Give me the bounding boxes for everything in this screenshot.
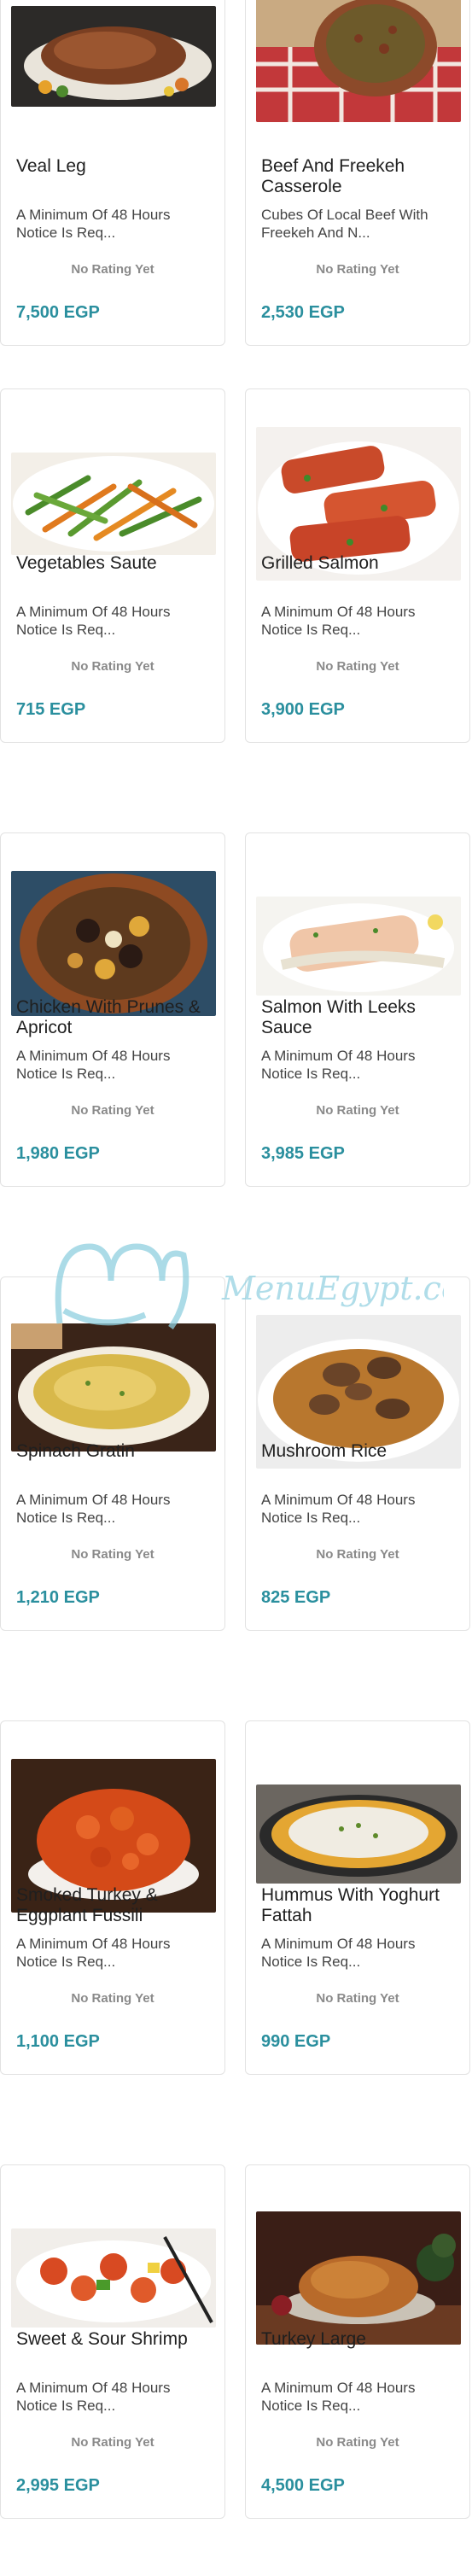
- item-rating: No Rating Yet: [71, 2435, 154, 2450]
- item-description: A Minimum Of 48 Hours Notice Is Req...: [16, 207, 171, 241]
- shrimp-image: [11, 2228, 216, 2328]
- item-rating: No Rating Yet: [71, 1547, 154, 1562]
- item-title: Turkey Large: [261, 2329, 366, 2349]
- item-description: A Minimum Of 48 Hours Notice Is Req...: [16, 604, 171, 638]
- item-description: A Minimum Of 48 Hours Notice Is Req...: [261, 1936, 416, 1970]
- item-title: Veal Leg: [16, 156, 86, 176]
- menu-item-card[interactable]: Smoked Turkey & Eggplant Fussili A Minim…: [0, 1720, 225, 2075]
- fattah-image: [256, 1785, 461, 1884]
- item-rating: No Rating Yet: [71, 1991, 154, 2006]
- item-price: 990 EGP: [261, 2032, 331, 2051]
- item-description: A Minimum Of 48 Hours Notice Is Req...: [261, 604, 416, 638]
- tagine-image: [11, 871, 216, 1016]
- item-rating: No Rating Yet: [316, 659, 399, 674]
- item-title: Smoked Turkey & Eggplant Fussili: [16, 1885, 158, 1925]
- item-rating: No Rating Yet: [316, 262, 399, 277]
- salmon-sauce-image: [256, 897, 461, 996]
- item-rating: No Rating Yet: [71, 1103, 154, 1118]
- item-price: 825 EGP: [261, 1588, 331, 1607]
- item-price: 1,210 EGP: [16, 1588, 100, 1607]
- item-price: 2,530 EGP: [261, 303, 345, 322]
- menu-item-card[interactable]: Beef And Freekeh Casserole Cubes Of Loca…: [245, 0, 470, 346]
- item-rating: No Rating Yet: [316, 1991, 399, 2006]
- item-title: Spinach Gratin: [16, 1441, 135, 1461]
- menu-item-card[interactable]: Salmon With Leeks Sauce A Minimum Of 48 …: [245, 832, 470, 1187]
- roast-turkey-image: [256, 2211, 461, 2345]
- item-rating: No Rating Yet: [316, 1103, 399, 1118]
- item-rating: No Rating Yet: [71, 659, 154, 674]
- menu-item-card[interactable]: Chicken With Prunes & Apricot A Minimum …: [0, 832, 225, 1187]
- item-title: Beef And Freekeh Casserole: [261, 156, 405, 196]
- roast-meat-image: [11, 6, 216, 107]
- menu-item-card[interactable]: Mushroom Rice A Minimum Of 48 Hours Noti…: [245, 1276, 470, 1631]
- item-description: A Minimum Of 48 Hours Notice Is Req...: [16, 2380, 171, 2414]
- menu-item-card[interactable]: Vegetables Saute A Minimum Of 48 Hours N…: [0, 388, 225, 743]
- item-price: 1,100 EGP: [16, 2032, 100, 2051]
- item-rating: No Rating Yet: [316, 2435, 399, 2450]
- gratin-image: [11, 1323, 216, 1452]
- item-price: 1,980 EGP: [16, 1144, 100, 1163]
- item-description: A Minimum Of 48 Hours Notice Is Req...: [16, 1936, 171, 1970]
- item-title: Salmon With Leeks Sauce: [261, 997, 416, 1037]
- item-title: Mushroom Rice: [261, 1441, 388, 1461]
- casserole-image: [256, 0, 461, 122]
- item-price: 715 EGP: [16, 700, 86, 719]
- item-description: A Minimum Of 48 Hours Notice Is Req...: [261, 1048, 416, 1082]
- menu-item-card[interactable]: Spinach Gratin A Minimum Of 48 Hours Not…: [0, 1276, 225, 1631]
- menu-grid: Veal Leg A Minimum Of 48 Hours Notice Is…: [0, 0, 472, 2576]
- item-description: Cubes Of Local Beef With Freekeh And N..…: [261, 207, 428, 241]
- item-description: A Minimum Of 48 Hours Notice Is Req...: [16, 1048, 171, 1082]
- item-rating: No Rating Yet: [316, 1547, 399, 1562]
- menu-item-card[interactable]: Hummus With Yoghurt Fattah A Minimum Of …: [245, 1720, 470, 2075]
- item-price: 7,500 EGP: [16, 303, 100, 322]
- menu-item-card[interactable]: Grilled Salmon A Minimum Of 48 Hours Not…: [245, 388, 470, 743]
- item-price: 2,995 EGP: [16, 2476, 100, 2495]
- menu-item-card[interactable]: Veal Leg A Minimum Of 48 Hours Notice Is…: [0, 0, 225, 346]
- item-title: Hummus With Yoghurt Fattah: [261, 1885, 440, 1925]
- item-description: A Minimum Of 48 Hours Notice Is Req...: [261, 2380, 416, 2414]
- item-description: A Minimum Of 48 Hours Notice Is Req...: [261, 1492, 416, 1526]
- menu-item-card[interactable]: Turkey Large A Minimum Of 48 Hours Notic…: [245, 2164, 470, 2519]
- vegetables-image: [11, 453, 216, 555]
- item-description: A Minimum Of 48 Hours Notice Is Req...: [16, 1492, 171, 1526]
- item-price: 4,500 EGP: [261, 2476, 345, 2495]
- item-title: Sweet & Sour Shrimp: [16, 2329, 188, 2349]
- item-title: Grilled Salmon: [261, 553, 379, 573]
- item-price: 3,900 EGP: [261, 700, 345, 719]
- item-rating: No Rating Yet: [71, 262, 154, 277]
- item-title: Chicken With Prunes & Apricot: [16, 997, 201, 1037]
- menu-item-card[interactable]: Sweet & Sour Shrimp A Minimum Of 48 Hour…: [0, 2164, 225, 2519]
- item-price: 3,985 EGP: [261, 1144, 345, 1163]
- item-title: Vegetables Saute: [16, 553, 157, 573]
